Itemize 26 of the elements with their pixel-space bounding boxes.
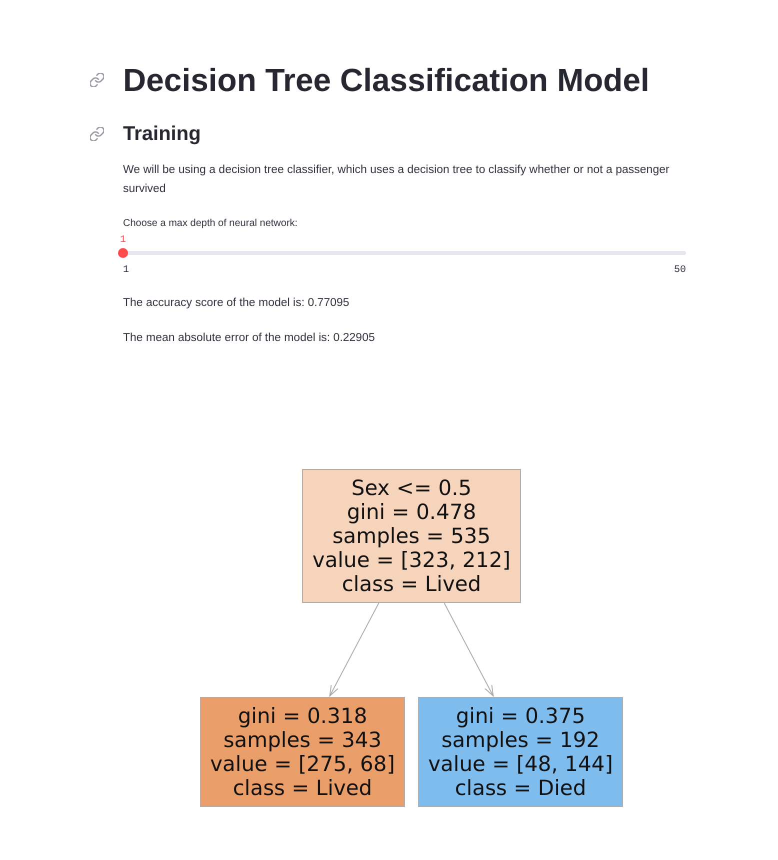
link-icon[interactable] — [90, 73, 104, 87]
node-text: value = [323, 212] — [312, 548, 511, 572]
section-heading: Training — [123, 122, 201, 147]
slider-label: Choose a max depth of neural network: — [123, 217, 299, 231]
link-icon[interactable] — [90, 127, 104, 141]
node-text: class = Died — [454, 776, 586, 800]
slider-max-label: 50 — [674, 265, 686, 277]
result-text: The mean absolute error of the model is: 0.22905 — [123, 331, 376, 346]
node-text: value = [275, 68] — [210, 752, 395, 776]
node-text: samples = 192 — [441, 728, 600, 752]
node-text: gini = 0.318 — [238, 704, 368, 728]
node-text: samples = 535 — [332, 524, 491, 548]
node-text: value = [48, 144] — [428, 752, 613, 776]
slider-value: 1 — [120, 235, 126, 247]
slider-thumb[interactable] — [118, 248, 128, 258]
node-text: class = Lived — [232, 776, 372, 800]
node-text: Sex <= 0.5 — [351, 476, 472, 500]
node-text: gini = 0.375 — [456, 704, 586, 728]
slider-track[interactable] — [118, 248, 686, 258]
page-title: Decision Tree Classification Model — [123, 61, 650, 100]
node-text: gini = 0.478 — [346, 500, 476, 524]
result-text: The accuracy score of the model is: 0.77095 — [123, 296, 350, 311]
node-text: class = Lived — [342, 572, 482, 596]
slider-min-label: 1 — [123, 265, 130, 277]
description-text: We will be using a decision tree classifier, which uses a decision tree to classify whether or not a passenger survived — [123, 163, 670, 197]
node-text: samples = 343 — [223, 728, 382, 752]
